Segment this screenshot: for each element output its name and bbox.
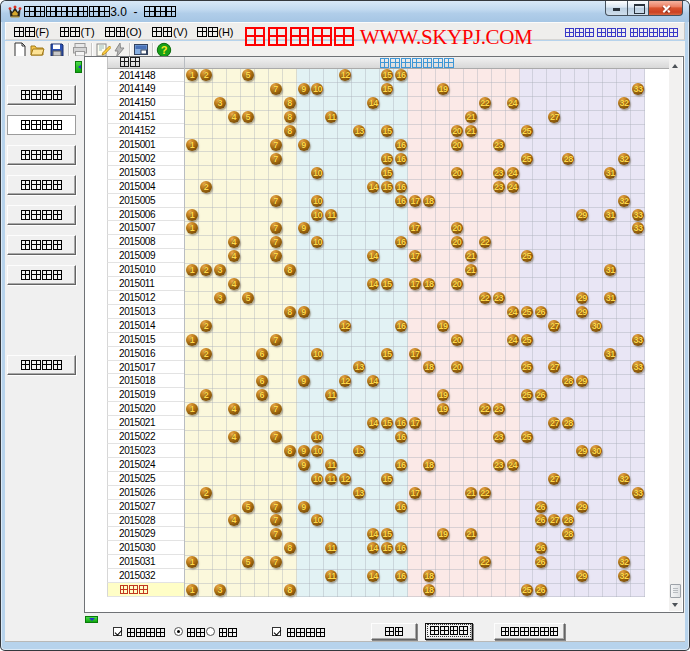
svg-text:?: ?	[161, 44, 168, 56]
